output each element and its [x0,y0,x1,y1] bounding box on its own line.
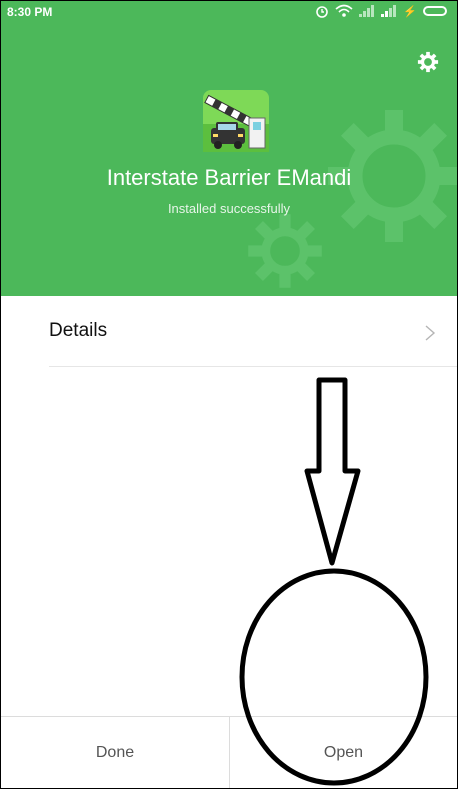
background-gear-small-icon [248,214,322,288]
install-header: 8:30 PM ⚡ Interstate Barrier EMandi Inst… [1,1,457,296]
gear-icon[interactable] [417,51,439,73]
signal-icon [381,5,397,17]
wifi-icon [335,4,353,17]
status-icons: ⚡ [315,4,447,18]
chevron-right-icon [425,325,436,341]
app-name: Interstate Barrier EMandi [106,165,352,190]
details-label: Details [49,320,108,341]
bottom-action-bar: Done Open [1,716,457,788]
details-row[interactable]: Details [49,299,457,367]
alarm-icon [316,6,329,18]
install-status: Installed successfully [167,201,291,216]
done-button[interactable]: Done [1,717,229,788]
charging-icon: ⚡ [403,5,417,18]
installer-screen: 8:30 PM ⚡ Interstate Barrier EMandi Inst… [0,0,458,789]
annotation-arrow [304,377,361,566]
status-time: 8:30 PM [7,5,53,19]
signal-icon [359,5,375,17]
status-bar: 8:30 PM ⚡ [1,1,457,23]
open-button[interactable]: Open [229,717,457,788]
battery-icon [423,6,447,16]
app-icon [203,90,269,152]
